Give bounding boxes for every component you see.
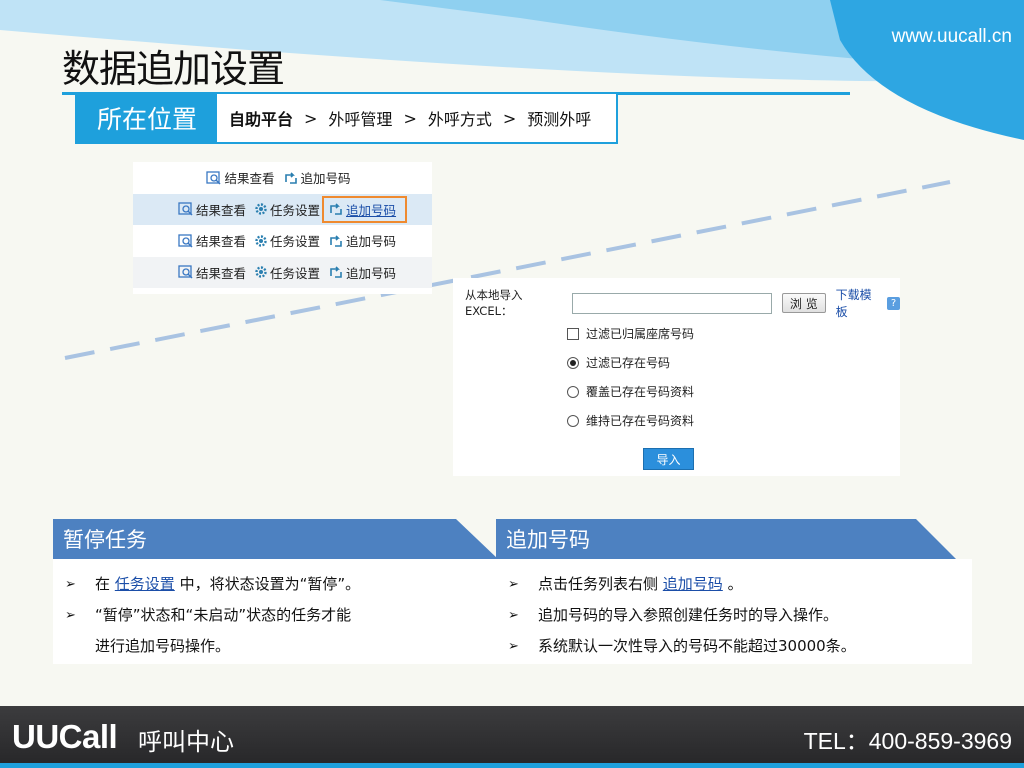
- list-item: 结果查看 任务设置 追加号码: [133, 193, 432, 225]
- footer-accent-strip: [0, 763, 1024, 768]
- import-excel-label: 从本地导入EXCEL：: [465, 288, 523, 318]
- task-settings-link[interactable]: 任务设置: [115, 575, 175, 593]
- filter-existing-option[interactable]: 过滤已存在号码: [567, 354, 670, 371]
- pause-task-header: 暂停任务: [53, 519, 498, 559]
- breadcrumb: 所在位置 自助平台 > 外呼管理 > 外呼方式 > 预测外呼: [75, 94, 618, 144]
- list-item: ➢ 点击任务列表右侧 追加号码 。: [508, 569, 972, 600]
- crumb-predictive-dial[interactable]: 预测外呼: [527, 106, 591, 130]
- brand-subtitle: 呼叫中心: [138, 728, 234, 756]
- telephone: TEL：400-859-3969: [803, 728, 1012, 754]
- crumb-outbound-mode[interactable]: 外呼方式: [428, 106, 492, 130]
- add-numbers-link[interactable]: 追加号码: [328, 231, 396, 250]
- task-operations-list: 结果查看 追加号码 结果查看 任务设置 追加号码 结果查看 任务设置 追加号码 …: [133, 162, 432, 294]
- list-item: ➢ 系统默认一次性导入的号码不能超过30000条。: [508, 631, 972, 662]
- add-numbers-link-highlighted[interactable]: 追加号码: [322, 195, 408, 223]
- arrow-bullet-icon: ➢: [508, 577, 519, 592]
- radio-selected[interactable]: [567, 356, 579, 369]
- add-numbers-link[interactable]: 追加号码: [328, 263, 396, 282]
- gear-icon: [255, 235, 267, 247]
- download-template-link[interactable]: 下载模板: [836, 286, 884, 320]
- arrow-bullet-icon: ➢: [508, 639, 519, 654]
- magnifier-icon: [178, 202, 193, 216]
- filter-assigned-option[interactable]: 过滤已归属座席号码: [567, 325, 694, 342]
- task-settings-link[interactable]: 任务设置: [254, 231, 320, 250]
- add-numbers-link[interactable]: 追加号码: [283, 168, 351, 187]
- page-title: 数据追加设置: [62, 47, 285, 91]
- crumb-outbound-mgmt[interactable]: 外呼管理: [328, 106, 392, 130]
- list-item: 结果查看 任务设置 追加号码: [133, 256, 432, 288]
- result-view-link[interactable]: 结果查看: [206, 168, 275, 187]
- magnifier-icon: [178, 265, 193, 279]
- list-item: ➢ 追加号码的导入参照创建任务时的导入操作。: [508, 600, 972, 631]
- footer: UUCall 呼叫中心 TEL：400-859-3969: [0, 706, 1024, 768]
- magnifier-icon: [178, 234, 193, 248]
- task-settings-link[interactable]: 任务设置: [254, 200, 320, 219]
- list-item: 结果查看 任务设置 追加号码: [133, 225, 432, 257]
- crumb-separator: >: [304, 108, 318, 128]
- site-url: www.uucall.cn: [891, 26, 1012, 47]
- checkbox[interactable]: [567, 327, 579, 340]
- overwrite-existing-option[interactable]: 覆盖已存在号码资料: [567, 383, 694, 400]
- browse-button[interactable]: 浏 览: [782, 293, 826, 313]
- list-item: ➢ “暂停”状态和“未启动”状态的任务才能: [65, 600, 496, 631]
- import-button[interactable]: 导入: [643, 448, 694, 470]
- list-item-continuation: 进行追加号码操作。: [95, 637, 231, 655]
- location-label: 所在位置: [77, 94, 217, 142]
- arrow-bullet-icon: ➢: [65, 608, 76, 623]
- add-numbers-panel: ➢ 点击任务列表右侧 追加号码 。 ➢ 追加号码的导入参照创建任务时的导入操作。…: [496, 559, 972, 664]
- add-numbers-header: 追加号码: [496, 519, 956, 559]
- help-icon[interactable]: ?: [887, 296, 901, 310]
- add-arrow-icon: [284, 172, 297, 184]
- crumb-separator: >: [502, 108, 517, 128]
- list-item: 结果查看 追加号码: [133, 162, 432, 194]
- excel-file-input[interactable]: [571, 292, 773, 314]
- result-view-link[interactable]: 结果查看: [178, 263, 246, 282]
- arrow-bullet-icon: ➢: [65, 577, 76, 592]
- brand-logo: UUCall: [12, 718, 118, 755]
- add-arrow-icon: [330, 203, 342, 216]
- radio[interactable]: [567, 414, 579, 427]
- add-arrow-icon: [330, 235, 342, 247]
- pause-task-panel: ➢ 在 任务设置 中，将状态设置为“暂停”。 ➢ “暂停”状态和“未启动”状态的…: [53, 559, 496, 664]
- add-arrow-icon: [330, 266, 342, 279]
- add-numbers-link[interactable]: 追加号码: [663, 575, 723, 593]
- crumb-self-service[interactable]: 自助平台: [229, 106, 293, 130]
- gear-icon: [255, 266, 267, 278]
- arrow-bullet-icon: ➢: [508, 608, 519, 623]
- import-excel-dialog: 从本地导入EXCEL： 浏 览 下载模板 ? 过滤已归属座席号码 过滤已存在号码…: [453, 278, 901, 476]
- keep-existing-option[interactable]: 维持已存在号码资料: [567, 412, 694, 429]
- crumb-separator: >: [403, 108, 417, 128]
- radio[interactable]: [567, 385, 579, 398]
- result-view-link[interactable]: 结果查看: [178, 231, 246, 250]
- magnifier-icon: [206, 171, 222, 185]
- task-settings-link[interactable]: 任务设置: [254, 263, 320, 282]
- list-item: ➢ 在 任务设置 中，将状态设置为“暂停”。: [65, 569, 496, 600]
- result-view-link[interactable]: 结果查看: [178, 200, 246, 219]
- gear-icon: [255, 203, 267, 215]
